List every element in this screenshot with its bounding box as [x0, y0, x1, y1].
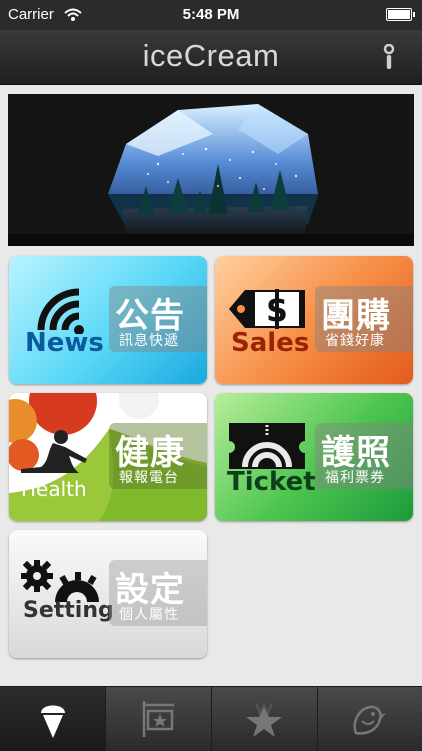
tab-star-signboard[interactable] [106, 687, 212, 751]
status-time: 5:48 PM [182, 6, 240, 23]
app-title: iceCream [142, 38, 280, 73]
bird-icon [353, 705, 386, 735]
ice-cream-icon [41, 705, 65, 738]
ticket-icon [229, 423, 305, 469]
sales-subtitle: 省錢好康 [325, 333, 385, 349]
sales-label-en: Sales [231, 328, 310, 358]
news-subtitle: 訊息快遞 [119, 333, 179, 349]
info-icon[interactable] [382, 44, 396, 70]
tab-w-star[interactable] [212, 687, 318, 751]
star-signboard-icon [142, 701, 174, 737]
battery-icon [386, 8, 415, 21]
setting-label-en: Setting [23, 598, 114, 623]
health-label-en: Health [21, 477, 87, 501]
ticket-tile[interactable]: Ticket 護照 福利票券 [215, 393, 413, 521]
sales-tile[interactable]: S Sales 團購 省錢好康 [215, 256, 413, 384]
tab-bar [0, 686, 422, 751]
status-bar: Carrier 5:48 PM [0, 0, 422, 30]
ticket-label-en: Ticket [227, 467, 316, 497]
wifi-broadcast-icon [37, 288, 84, 334]
setting-subtitle: 個人屬性 [119, 607, 179, 623]
health-subtitle: 報報電台 [119, 470, 179, 486]
tab-ice-cream[interactable] [0, 687, 106, 751]
tab-bird[interactable] [318, 687, 422, 751]
banner-image[interactable] [8, 94, 414, 246]
snow-globe-crystal-photo [8, 94, 414, 246]
ticket-subtitle: 福利票券 [325, 470, 385, 486]
w-star-icon [246, 702, 282, 737]
navigation-bar: iceCream [0, 30, 422, 85]
news-label-en: News [25, 328, 104, 358]
price-tag-dollar-icon: S [229, 289, 305, 329]
health-tile[interactable]: Health 健康 報報電台 [9, 393, 207, 521]
setting-tile[interactable]: Setting 設定 個人屬性 [9, 530, 207, 658]
news-tile[interactable]: News 公告 訊息快遞 [9, 256, 207, 384]
